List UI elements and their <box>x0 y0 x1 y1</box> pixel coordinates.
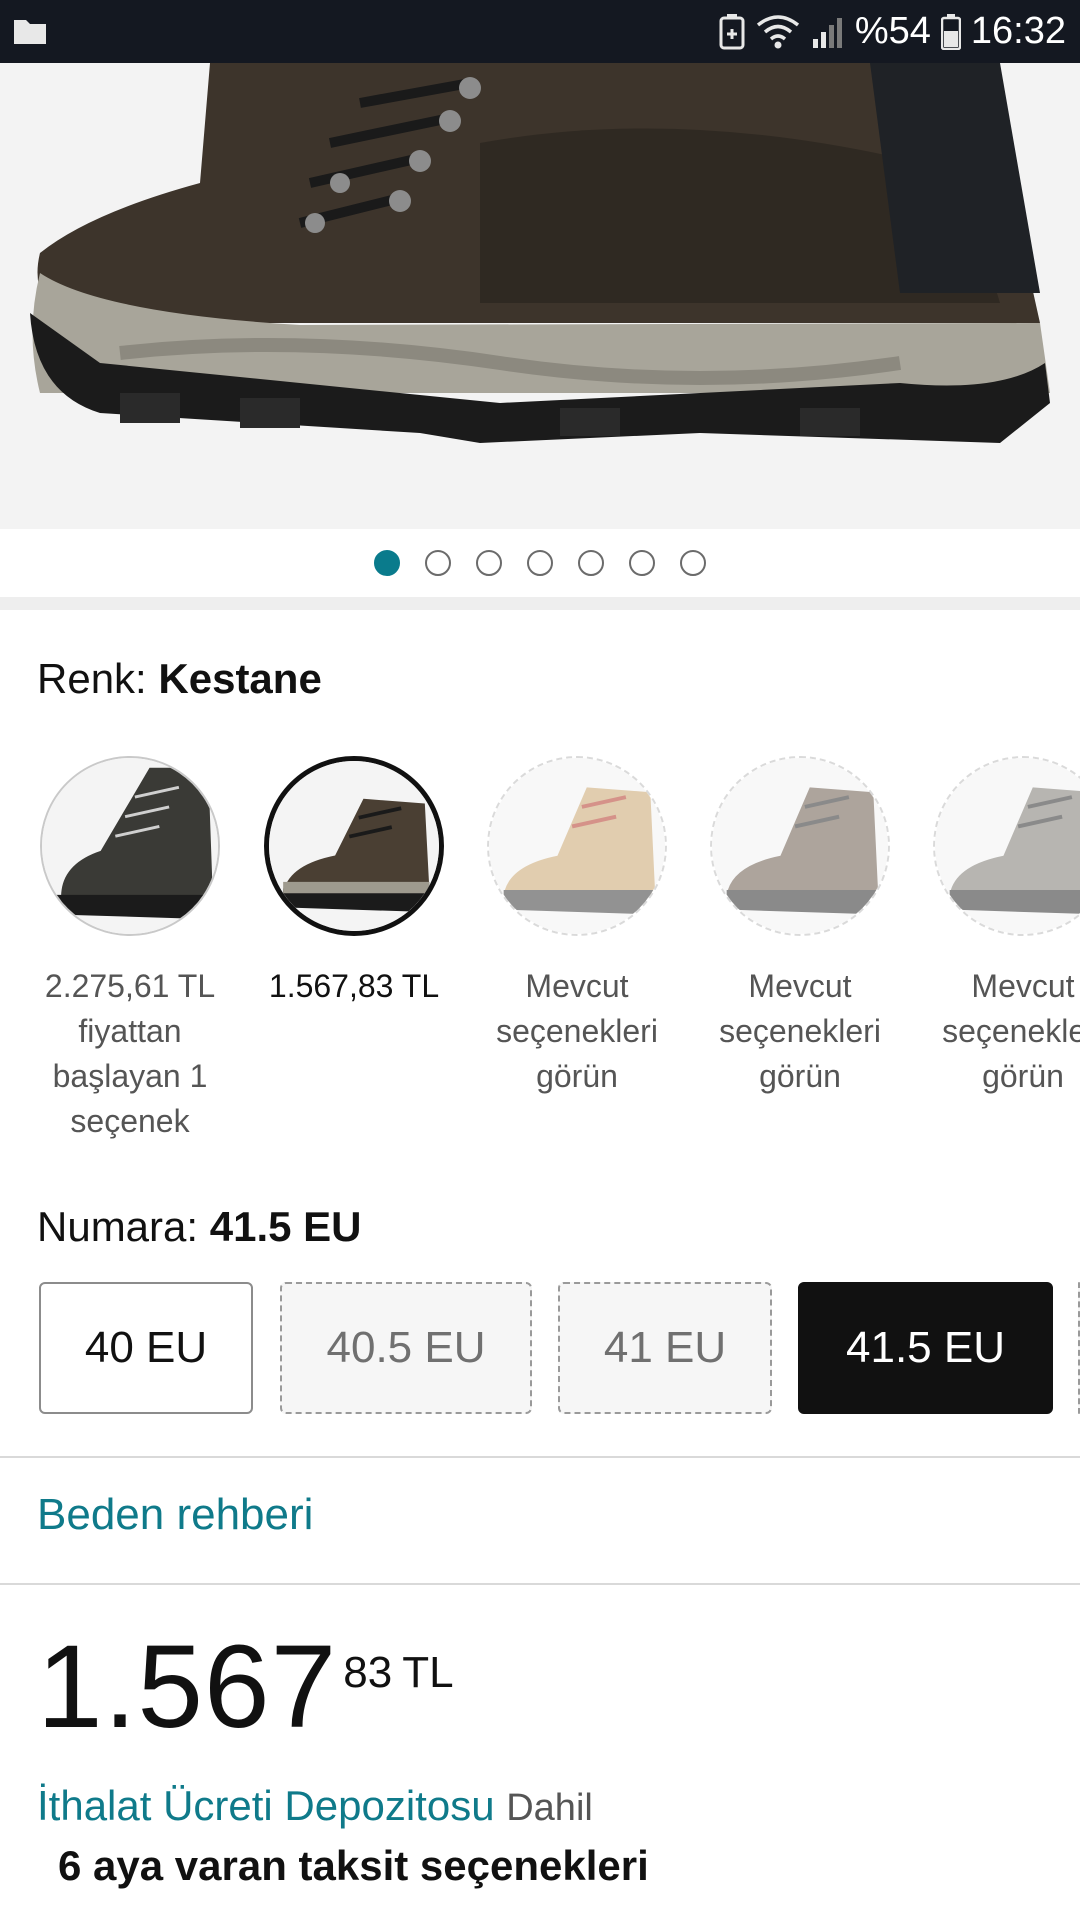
size-label-text: Numara: <box>37 1203 199 1250</box>
size-option-label: 41 EU <box>603 1323 727 1372</box>
color-swatch-4[interactable]: Mevcut seçenekleri görün <box>710 756 890 1099</box>
pagination-dot-1[interactable] <box>374 550 400 576</box>
price-cents: 83 <box>343 1648 393 1697</box>
import-fee-link[interactable]: İthalat Ücreti Depozitosu <box>37 1782 495 1829</box>
divider <box>0 1583 1080 1585</box>
pagination-dot-6[interactable] <box>629 550 655 576</box>
image-pagination[interactable] <box>0 529 1080 597</box>
wifi-icon <box>756 14 799 48</box>
swatch-caption: 1.567,83 TL <box>268 968 440 1004</box>
pagination-dot-3[interactable] <box>476 550 502 576</box>
pagination-dot-4[interactable] <box>527 550 553 576</box>
swatch-image <box>933 756 1080 936</box>
swatch-caption: 2.275,61 TL fiyattan başlayan 1 seçenek <box>44 968 216 1139</box>
size-option-40-5[interactable]: 40.5 EU <box>280 1282 532 1414</box>
color-label-text: Renk: <box>37 655 147 702</box>
size-option-label: 41.5 EU <box>846 1323 1005 1372</box>
color-selected-value: Kestane <box>158 655 322 702</box>
battery-percent: %54 <box>854 10 931 52</box>
folder-icon <box>14 20 46 44</box>
price: 1.567 83 TL <box>37 1628 454 1746</box>
section-divider <box>0 597 1080 610</box>
pagination-dot-7[interactable] <box>680 550 706 576</box>
signal-icon <box>812 17 842 48</box>
product-image[interactable] <box>0 63 1080 529</box>
size-option-41-5[interactable]: 41.5 EU <box>798 1282 1053 1414</box>
swatch-image <box>40 756 220 936</box>
divider <box>0 1456 1080 1458</box>
price-whole: 1.567 <box>37 1621 338 1753</box>
pagination-dot-2[interactable] <box>425 550 451 576</box>
size-option-41[interactable]: 41 EU <box>558 1282 772 1414</box>
battery-icon <box>940 13 961 50</box>
size-option-label: 40 EU <box>84 1323 208 1372</box>
color-label: Renk: Kestane <box>37 655 322 703</box>
color-swatch-5[interactable]: Mevcut seçenekleri görün <box>933 756 1080 1099</box>
size-option-label: 40.5 EU <box>326 1323 486 1372</box>
size-label: Numara: 41.5 EU <box>37 1203 362 1251</box>
import-fee: İthalat Ücreti Depozitosu Dahil <box>37 1782 593 1830</box>
swatch-image <box>710 756 890 936</box>
swatch-image <box>487 756 667 936</box>
boot-image <box>0 63 1080 529</box>
price-currency: TL <box>402 1648 454 1697</box>
import-fee-suffix: Dahil <box>506 1787 593 1829</box>
installment-options[interactable]: 6 aya varan taksit seçenekleri <box>58 1842 649 1890</box>
clock: 16:32 <box>970 10 1066 52</box>
swatch-caption: Mevcut seçenekleri görün <box>719 968 881 1094</box>
status-bar: %54 16:32 <box>0 0 1080 63</box>
swatch-caption: Mevcut seçenekleri görün <box>942 968 1080 1094</box>
color-swatch-1[interactable]: 2.275,61 TL fiyattan başlayan 1 seçenek <box>40 756 220 1144</box>
size-guide-link[interactable]: Beden rehberi <box>37 1490 313 1540</box>
size-option-40[interactable]: 40 EU <box>39 1282 253 1414</box>
color-swatch-3[interactable]: Mevcut seçenekleri görün <box>487 756 667 1099</box>
size-selected-value: 41.5 EU <box>209 1203 362 1250</box>
color-swatch-2[interactable]: 1.567,83 TL <box>264 756 444 1009</box>
swatch-caption: Mevcut seçenekleri görün <box>496 968 658 1094</box>
pagination-dot-5[interactable] <box>578 550 604 576</box>
battery-saver-icon <box>719 13 745 49</box>
swatch-image <box>264 756 444 936</box>
